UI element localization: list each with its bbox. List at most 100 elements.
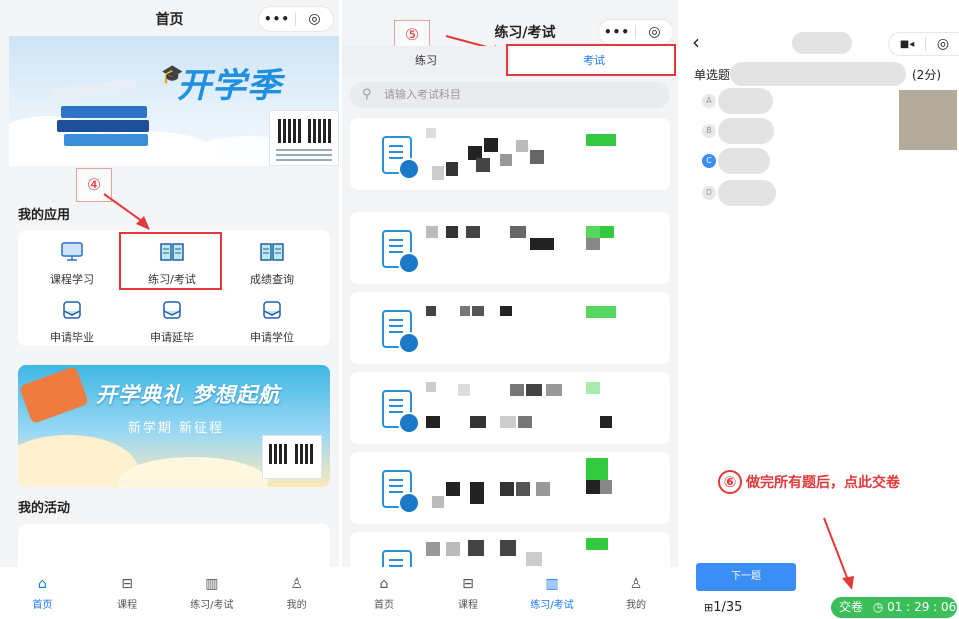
pixelated-exam-info	[446, 482, 460, 496]
section-title-apps: 我的应用	[18, 208, 71, 223]
annotation-arrow	[103, 193, 150, 230]
exam-item-card[interactable]	[350, 372, 670, 444]
video-icon[interactable]: ■◂	[889, 39, 925, 50]
pixelated-exam-info	[586, 306, 616, 318]
question-image	[899, 90, 957, 150]
exam-document-clock-icon	[382, 136, 420, 180]
fine-print-line	[276, 154, 332, 156]
option-c-radio[interactable]: C	[702, 154, 716, 168]
pixelated-exam-info	[470, 416, 486, 428]
app-apply-graduation[interactable]: 申请毕业	[27, 300, 117, 345]
course-board-icon: ⊟	[462, 576, 474, 592]
pixelated-exam-info	[458, 384, 470, 396]
pixelated-exam-info	[426, 382, 436, 392]
blurred-option-text[interactable]	[718, 180, 776, 206]
pixelated-exam-info	[526, 552, 542, 566]
exam-item-card[interactable]	[350, 452, 670, 524]
exam-item-card[interactable]	[350, 212, 670, 284]
envelope-icon	[63, 301, 81, 319]
exam-document-clock-icon	[382, 310, 420, 354]
close-target-icon[interactable]: ◎	[636, 24, 673, 40]
cloud-shape	[118, 457, 268, 487]
book-icon: ▥	[545, 576, 559, 592]
banner-title: 开学典礼 梦想起航	[96, 383, 281, 407]
option-a-radio[interactable]: A	[702, 94, 716, 108]
app-apply-extension[interactable]: 申请延毕	[127, 300, 217, 345]
app-label: 申请学位	[250, 331, 294, 344]
tab-label: 首页	[374, 600, 394, 611]
tab-home[interactable]: ⌂ 首页	[349, 575, 419, 612]
pixelated-exam-info	[432, 166, 444, 180]
tab-home[interactable]: ⌂ 首页	[7, 575, 77, 612]
clock-icon: ◷	[872, 600, 884, 614]
pixelated-exam-info	[426, 226, 438, 238]
book-pages-shape	[50, 78, 138, 100]
pixelated-exam-info	[432, 496, 444, 508]
question-type: 单选题	[694, 68, 731, 82]
more-icon[interactable]: •••	[259, 12, 295, 26]
home-icon: ⌂	[379, 576, 389, 592]
annotation-arrow	[823, 517, 854, 590]
banner-subtitle: 新学期 新征程	[128, 421, 225, 436]
option-b-radio[interactable]: B	[702, 124, 716, 138]
option-d-radio[interactable]: D	[702, 186, 716, 200]
app-label: 申请毕业	[50, 331, 94, 344]
submit-exam-button[interactable]: 交卷 ◷ 01 : 29 : 06	[831, 597, 957, 618]
tab-mine[interactable]: ♙ 我的	[262, 575, 332, 612]
exam-document-clock-icon	[382, 470, 420, 514]
close-target-icon[interactable]: ◎	[296, 11, 333, 27]
blurred-option-text[interactable]	[718, 148, 770, 174]
submit-label: 交卷	[839, 600, 864, 614]
mini-program-capsule[interactable]: ••• ◎	[258, 6, 334, 32]
course-board-icon: ⊟	[121, 576, 133, 592]
tab-practice-exam[interactable]: ▥ 练习/考试	[517, 575, 587, 612]
blurred-option-text[interactable]	[718, 88, 773, 114]
back-to-school-banner[interactable]: 🎓 开学季	[9, 36, 339, 166]
blurred-option-text[interactable]	[718, 118, 774, 144]
tab-practice[interactable]: 练习	[342, 46, 510, 76]
more-icon[interactable]: •••	[599, 25, 635, 39]
tab-label: 我的	[286, 600, 307, 611]
envelope-icon	[263, 301, 281, 319]
search-placeholder: 请输入考试科目	[384, 88, 461, 101]
pixelated-exam-info	[586, 238, 600, 250]
tab-mine[interactable]: ♙ 我的	[601, 575, 671, 612]
exam-item-card[interactable]	[350, 292, 670, 364]
qr-code-icon	[308, 119, 332, 143]
app-grade-query[interactable]: 成绩查询	[227, 242, 317, 287]
pixelated-exam-info	[530, 150, 544, 164]
mini-program-capsule[interactable]: ■◂ ◎	[888, 32, 959, 56]
pixelated-exam-info	[586, 134, 616, 146]
app-apply-degree[interactable]: 申请学位	[227, 300, 317, 345]
exam-document-clock-icon	[382, 390, 420, 434]
tab-label: 练习/考试	[530, 600, 574, 611]
search-icon: ⚲	[362, 87, 372, 102]
pixelated-exam-info	[466, 226, 480, 238]
pixelated-exam-info	[510, 384, 524, 396]
next-question-button[interactable]: 下一题	[696, 563, 796, 591]
qr-code-icon	[295, 444, 315, 464]
pixelated-exam-info	[600, 226, 614, 238]
step-number: ⑥	[718, 470, 742, 494]
tab-practice-exam[interactable]: ▥ 练习/考试	[177, 575, 247, 612]
question-progress[interactable]: ⊞1/35	[704, 600, 742, 615]
exam-document-clock-icon	[382, 230, 420, 274]
tab-label: 练习/考试	[190, 600, 234, 611]
tab-courses[interactable]: ⊟ 课程	[92, 575, 162, 612]
close-target-icon[interactable]: ◎	[926, 36, 959, 52]
banner-title: 开学季	[177, 66, 282, 106]
opening-ceremony-banner[interactable]: 开学典礼 梦想起航 新学期 新征程	[18, 365, 330, 487]
tab-label: 课程	[117, 600, 138, 611]
book-icon: ▥	[205, 576, 219, 592]
back-icon[interactable]: ‹	[692, 30, 700, 54]
app-course-study[interactable]: 课程学习	[27, 242, 117, 287]
pixelated-exam-info	[426, 306, 436, 316]
app-label: 课程学习	[50, 273, 94, 286]
pixelated-exam-info	[460, 306, 470, 316]
exam-item-card[interactable]	[350, 118, 670, 190]
book-illustration	[18, 365, 90, 425]
search-input[interactable]: ⚲ 请输入考试科目	[350, 82, 670, 108]
tab-courses[interactable]: ⊟ 课程	[433, 575, 503, 612]
mini-program-capsule[interactable]: ••• ◎	[598, 19, 674, 45]
monitor-icon	[61, 242, 83, 261]
